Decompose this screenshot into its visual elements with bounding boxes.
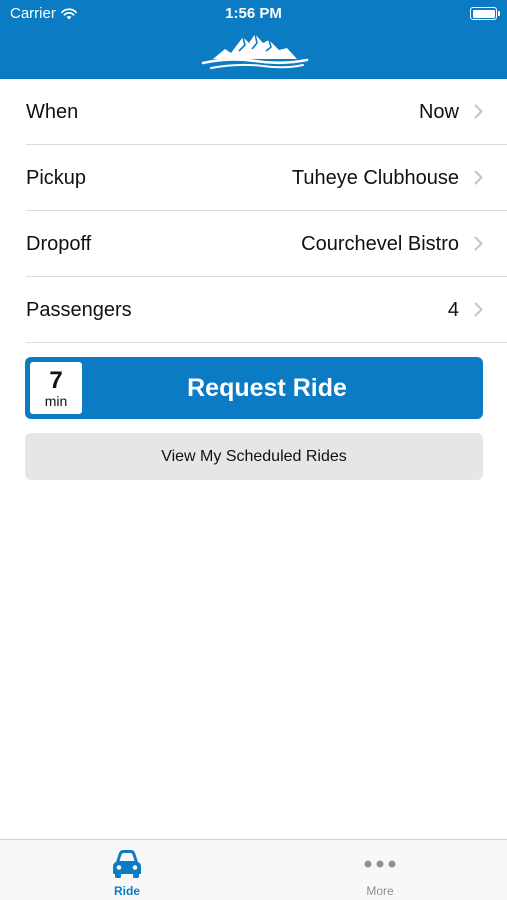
request-ride-label: Request Ride	[187, 374, 347, 402]
chevron-right-icon	[474, 104, 483, 119]
tab-ride[interactable]: Ride	[67, 840, 187, 900]
row-passengers[interactable]: Passengers 4	[0, 277, 507, 343]
request-ride-button[interactable]: 7 min Request Ride	[25, 357, 483, 419]
tab-more[interactable]: More	[320, 840, 440, 900]
more-dots-icon	[364, 860, 396, 868]
tab-bar: Ride More	[0, 839, 507, 900]
row-dropoff[interactable]: Dropoff Courchevel Bistro	[0, 211, 507, 277]
row-label-pickup: Pickup	[26, 166, 87, 189]
row-value-when: Now	[418, 100, 459, 123]
chevron-right-icon	[474, 170, 483, 185]
row-when[interactable]: When Now	[0, 79, 507, 145]
row-value-dropoff: Courchevel Bistro	[301, 232, 459, 255]
ride-options-list: When Now Pickup Tuheye Clubhouse Dropoff…	[0, 79, 507, 343]
row-label-when: When	[26, 100, 79, 123]
row-value-passengers: 4	[447, 298, 459, 321]
chevron-right-icon	[474, 236, 483, 251]
tab-label-more: More	[366, 884, 394, 898]
row-pickup[interactable]: Pickup Tuheye Clubhouse	[0, 145, 507, 211]
mountain-logo-icon	[201, 33, 309, 69]
status-bar: Carrier 1:56 PM	[0, 0, 507, 28]
row-value-pickup: Tuheye Clubhouse	[291, 166, 459, 189]
view-scheduled-rides-button[interactable]: View My Scheduled Rides	[25, 433, 483, 480]
status-time: 1:56 PM	[225, 5, 282, 22]
row-label-dropoff: Dropoff	[26, 232, 92, 255]
tab-label-ride: Ride	[113, 884, 140, 898]
row-label-passengers: Passengers	[26, 298, 132, 321]
header-bar: Carrier 1:56 PM	[0, 0, 507, 79]
car-icon	[113, 850, 141, 878]
battery-icon	[470, 7, 500, 20]
chevron-right-icon	[474, 302, 483, 317]
